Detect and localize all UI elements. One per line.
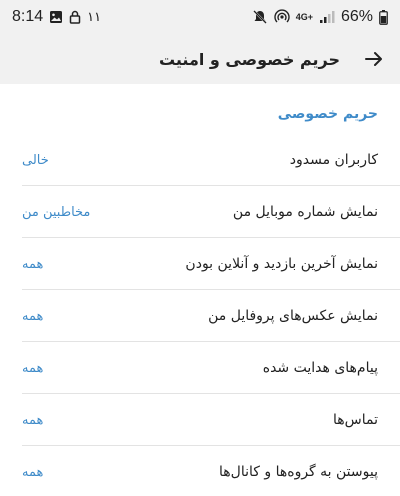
row-label: کاربران مسدود (289, 152, 378, 168)
row-phone-number[interactable]: نمایش شماره موبایل من مخاطبین من (0, 186, 400, 238)
battery-icon (379, 9, 388, 25)
row-blocked-users[interactable]: کاربران مسدود خالی (0, 134, 400, 186)
row-profile-photos[interactable]: نمایش عکس‌های پروفایل من همه (0, 290, 400, 342)
lock-icon (69, 10, 81, 24)
row-label: تماس‌ها (333, 412, 378, 428)
notification-count: ۱۱ (87, 9, 102, 25)
network-type: 4G+ (295, 11, 313, 22)
settings-list: حریم خصوصی کاربران مسدود خالی نمایش شمار… (0, 84, 400, 496)
row-label: نمایش شماره موبایل من (232, 204, 378, 220)
section-header-privacy: حریم خصوصی (277, 106, 378, 122)
row-value: مخاطبین من (22, 204, 91, 220)
battery-percent: 66% (340, 8, 373, 25)
status-bar-left: 8:14 ۱۱ (12, 8, 101, 26)
hotspot-icon (274, 9, 290, 25)
row-value: همه (22, 412, 44, 428)
signal-icon (319, 10, 335, 24)
app-bar: حریم خصوصی و امنیت (0, 34, 400, 84)
row-value: همه (22, 360, 44, 376)
gallery-icon (49, 10, 63, 24)
row-value: همه (22, 256, 44, 272)
row-value: همه (22, 464, 44, 480)
row-label: نمایش عکس‌های پروفایل من (208, 308, 378, 324)
row-value: خالی (22, 152, 49, 168)
arrow-right-icon (365, 52, 382, 66)
row-calls[interactable]: تماس‌ها همه (0, 394, 400, 446)
row-label: پیوستن به گروه‌ها و کانال‌ها (219, 464, 378, 480)
status-bar: 8:14 ۱۱ 4G+ 66% (0, 0, 400, 34)
page-title: حریم خصوصی و امنیت (158, 49, 340, 69)
row-label: پیام‌های هدایت شده (262, 360, 378, 376)
back-button[interactable] (362, 47, 386, 71)
row-last-seen[interactable]: نمایش آخرین بازدید و آنلاین بودن همه (0, 238, 400, 290)
status-time: 8:14 (12, 8, 44, 25)
row-value: همه (22, 308, 44, 324)
mute-icon (252, 9, 268, 25)
row-label: نمایش آخرین بازدید و آنلاین بودن (185, 256, 378, 272)
row-groups-channels[interactable]: پیوستن به گروه‌ها و کانال‌ها همه (0, 446, 400, 496)
status-bar-right: 4G+ 66% (252, 8, 388, 26)
row-forwarded-messages[interactable]: پیام‌های هدایت شده همه (0, 342, 400, 394)
